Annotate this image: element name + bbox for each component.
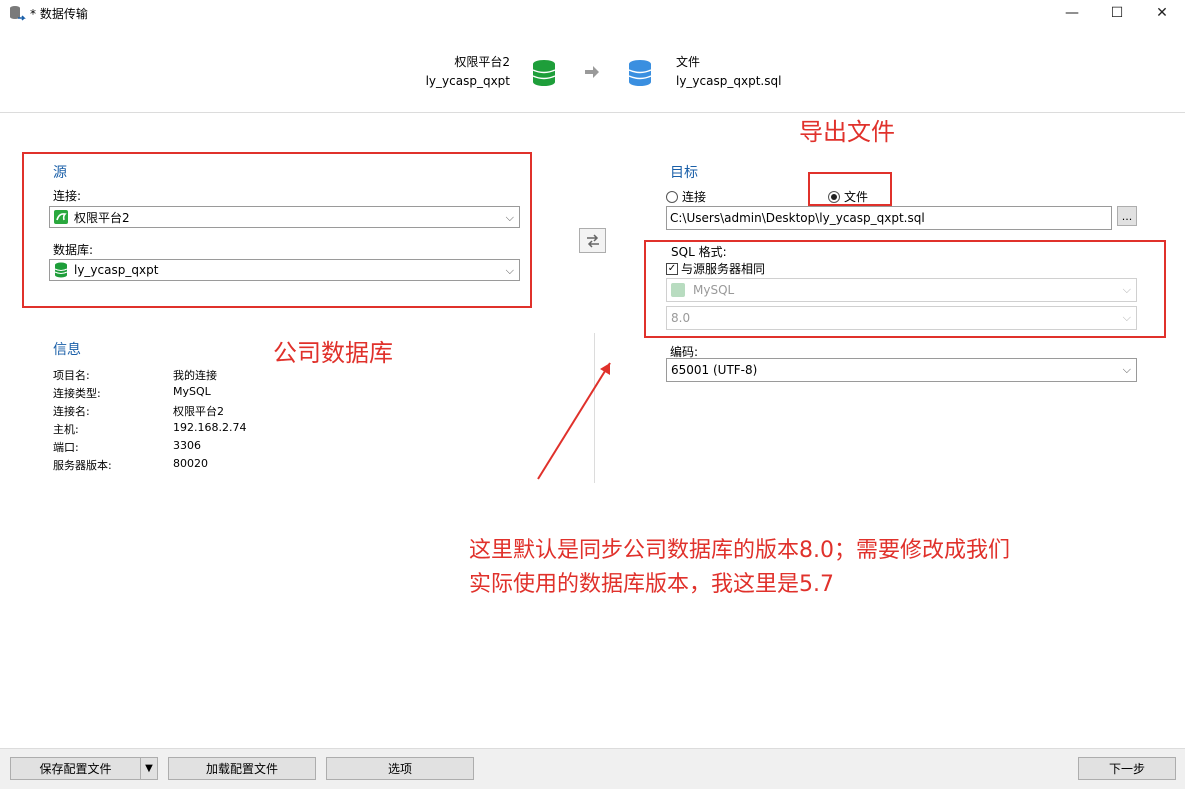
- version-select[interactable]: 8.0 ⌵: [666, 306, 1137, 330]
- radio-file[interactable]: 文件: [828, 188, 868, 205]
- database-label: 数据库:: [53, 243, 94, 257]
- mysql-connection-icon: [54, 210, 68, 224]
- minimize-button[interactable]: —: [1049, 0, 1095, 26]
- target-heading: 目标: [670, 165, 698, 181]
- info-value: 3306: [173, 439, 201, 452]
- radio-file-label: 文件: [844, 190, 869, 204]
- data-transfer-icon: [8, 4, 26, 22]
- radio-connection-label: 连接: [682, 190, 707, 204]
- annotation-note-line1: 这里默认是同步公司数据库的版本8.0；需要修改成我们: [469, 538, 1010, 563]
- target-file-database-icon: [628, 59, 652, 90]
- source-heading: 源: [53, 165, 67, 181]
- info-value: 权限平台2: [173, 405, 224, 418]
- source-database-select[interactable]: ly_ycasp_qxpt ⌵: [49, 259, 520, 281]
- chevron-down-icon: ⌵: [505, 211, 514, 224]
- annotation-arrow: [537, 362, 611, 480]
- server-type-select[interactable]: MySQL ⌵: [666, 278, 1137, 302]
- next-button[interactable]: 下一步: [1078, 757, 1176, 780]
- version-value: 8.0: [671, 311, 691, 325]
- source-database-icon: [532, 59, 556, 90]
- maximize-button[interactable]: ☐: [1094, 0, 1140, 26]
- annotation-export-file: 导出文件: [799, 118, 895, 146]
- annotation-company-db: 公司数据库: [273, 339, 393, 367]
- annotation-note-line2: 实际使用的数据库版本，我这里是5.7: [469, 572, 834, 597]
- info-key: 主机:: [53, 423, 79, 436]
- chevron-down-icon: ⌵: [1122, 283, 1131, 296]
- header-source-db: ly_ycasp_qxpt: [425, 74, 510, 88]
- header-target-file: ly_ycasp_qxpt.sql: [676, 74, 782, 88]
- info-key: 端口:: [53, 441, 79, 454]
- same-as-source-label: 与源服务器相同: [681, 262, 766, 276]
- info-key: 服务器版本:: [53, 459, 112, 472]
- source-highlight-box: [22, 152, 532, 308]
- server-type-value: MySQL: [693, 283, 735, 297]
- connection-label: 连接:: [53, 189, 82, 203]
- source-connection-value: 权限平台2: [74, 210, 130, 225]
- info-key: 项目名:: [53, 369, 90, 382]
- swap-button[interactable]: [579, 228, 606, 253]
- chevron-down-icon: ⌵: [1122, 363, 1131, 376]
- radio-icon: [666, 190, 678, 203]
- encoding-value: 65001 (UTF-8): [671, 363, 758, 377]
- chevron-down-icon: ⌵: [505, 264, 514, 277]
- encoding-select[interactable]: 65001 (UTF-8) ⌵: [666, 358, 1137, 382]
- dropdown-arrow-icon: ▼: [145, 763, 153, 774]
- swap-icon: [586, 233, 599, 248]
- radio-selected-icon: [828, 190, 840, 203]
- info-key: 连接名:: [53, 405, 90, 418]
- database-icon: [54, 262, 68, 278]
- info-heading: 信息: [53, 342, 81, 358]
- info-value: 192.168.2.74: [173, 421, 247, 434]
- mysql-icon: [671, 283, 685, 297]
- radio-connection[interactable]: 连接: [666, 188, 706, 205]
- file-path-input[interactable]: C:\Users\admin\Desktop\ly_ycasp_qxpt.sql: [666, 206, 1112, 230]
- title-bar: [0, 0, 1185, 26]
- close-button[interactable]: ✕: [1139, 0, 1185, 26]
- checkmark-icon: ✓: [666, 262, 678, 275]
- sql-format-label: SQL 格式:: [671, 245, 727, 259]
- info-key: 连接类型:: [53, 387, 101, 400]
- load-profile-button[interactable]: 加载配置文件: [168, 757, 316, 780]
- header-target-title: 文件: [676, 55, 701, 69]
- source-database-value: ly_ycasp_qxpt: [74, 263, 159, 277]
- chevron-down-icon: ⌵: [1122, 311, 1131, 324]
- info-value: 我的连接: [173, 369, 217, 382]
- browse-button[interactable]: ...: [1117, 206, 1137, 226]
- same-as-source-checkbox[interactable]: ✓ 与源服务器相同: [666, 260, 765, 277]
- save-profile-button[interactable]: 保存配置文件: [10, 757, 141, 780]
- info-value: MySQL: [173, 385, 211, 398]
- info-value: 80020: [173, 457, 208, 470]
- arrow-right-icon: [584, 64, 600, 83]
- options-button[interactable]: 选项: [326, 757, 474, 780]
- window-title: * 数据传输: [30, 7, 88, 21]
- source-connection-select[interactable]: 权限平台2 ⌵: [49, 206, 520, 228]
- file-path-value: C:\Users\admin\Desktop\ly_ycasp_qxpt.sql: [670, 211, 925, 225]
- save-profile-dropdown[interactable]: ▼: [140, 757, 158, 780]
- header-source-title: 权限平台2: [454, 55, 510, 69]
